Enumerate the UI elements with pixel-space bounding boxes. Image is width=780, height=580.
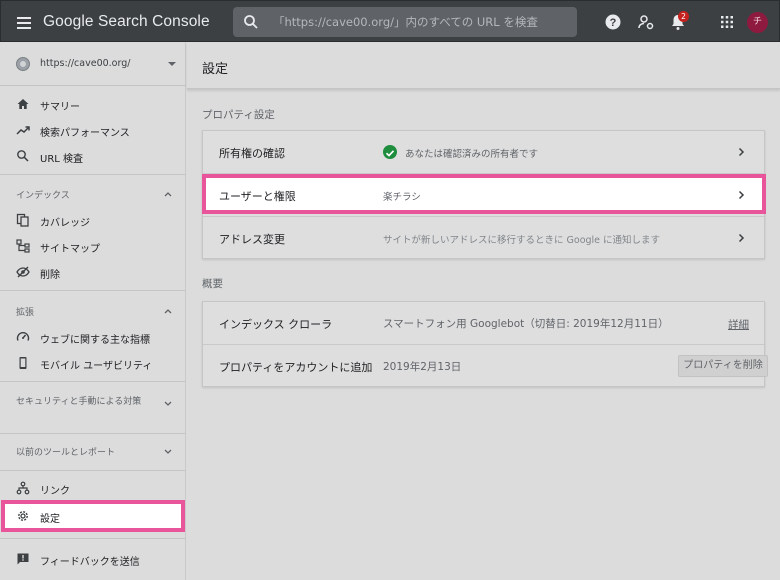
page-header: 設定 — [187, 42, 780, 89]
row-change-of-address[interactable]: アドレス変更 サイトが新しいアドレスに移行するときに Google に通知します — [203, 217, 766, 259]
sidebar-item-settings[interactable]: 設定 — [0, 503, 186, 529]
sidebar-item-removals[interactable]: 削除 — [0, 259, 186, 285]
search-icon — [17, 150, 29, 162]
feedback-icon — [17, 553, 29, 565]
remove-property-button[interactable]: プロパティを削除 — [678, 355, 768, 377]
row-label: ユーザーと権限 — [219, 190, 296, 203]
sidebar-item-mobile-usability[interactable]: モバイル ユーザビリティ — [0, 350, 186, 376]
sidebar-item-summary[interactable]: サマリー — [0, 91, 186, 117]
property-selector[interactable]: https://cave00.org/ — [0, 42, 186, 86]
page-title: 設定 — [202, 62, 229, 77]
row-value: あなたは確認済みの所有者です — [405, 149, 539, 160]
smartphone-icon — [19, 357, 27, 369]
property-url: https://cave00.org/ — [40, 58, 131, 69]
overview-card: インデックス クローラ スマートフォン用 Googlebot（切替日: 2019… — [202, 301, 768, 387]
sidebar-item-label: リンク — [40, 486, 70, 497]
sidebar-divider — [0, 470, 186, 471]
top-app-bar: Google Search Console ? 2 チ — [0, 0, 780, 42]
sidebar-divider — [0, 433, 186, 434]
row-ownership-verification[interactable]: 所有権の確認 あなたは確認済みの所有者です — [203, 131, 766, 173]
chevron-right-icon — [738, 147, 745, 157]
row-value: スマートフォン用 Googlebot（切替日: 2019年12月11日） — [383, 318, 669, 330]
sidebar: https://cave00.org/ サマリー 検索パフォーマンス URL 検… — [0, 42, 186, 580]
svg-text:?: ? — [610, 17, 617, 29]
search-input[interactable] — [273, 12, 568, 32]
sidebar-item-coverage[interactable]: カバレッジ — [0, 207, 186, 233]
sidebar-item-links[interactable]: リンク — [0, 475, 186, 501]
row-index-crawler: インデックス クローラ スマートフォン用 Googlebot（切替日: 2019… — [203, 302, 766, 344]
sitemap-icon — [16, 239, 30, 253]
sidebar-item-label: フィードバックを送信 — [40, 557, 140, 568]
trending-up-icon — [16, 126, 30, 135]
sidebar-divider — [0, 174, 186, 175]
sidebar-item-label: 検索パフォーマンス — [40, 128, 130, 139]
sidebar-item-label: ウェブに関する主な指標 — [40, 335, 150, 346]
section-header-security[interactable]: セキュリティと手動による対策 — [0, 391, 186, 427]
chevron-down-icon — [164, 401, 172, 406]
manage-accounts-icon[interactable] — [636, 12, 656, 32]
sidebar-item-performance[interactable]: 検索パフォーマンス — [0, 117, 186, 143]
settings-icon — [18, 511, 28, 521]
url-inspection-search[interactable] — [233, 7, 577, 37]
sidebar-item-label: サイトマップ — [40, 244, 100, 255]
sidebar-item-label: サマリー — [40, 102, 80, 113]
file-copy-icon — [16, 213, 29, 227]
globe-icon — [16, 57, 30, 71]
sidebar-item-label: 設定 — [40, 514, 60, 525]
property-settings-title: プロパティ設定 — [202, 109, 275, 121]
chevron-right-icon — [738, 190, 745, 200]
sidebar-item-sitemaps[interactable]: サイトマップ — [0, 233, 186, 259]
help-icon[interactable]: ? — [603, 12, 623, 32]
section-label: インデックス — [16, 191, 70, 201]
links-icon — [16, 481, 30, 495]
home-icon — [17, 99, 29, 109]
sidebar-item-label: URL 検査 — [40, 154, 84, 165]
sidebar-divider — [0, 381, 186, 382]
section-header-enhancements[interactable]: 拡張 — [0, 299, 186, 323]
notification-badge: 2 — [678, 11, 689, 22]
account-avatar[interactable]: チ — [747, 12, 768, 33]
visibility-off-icon — [16, 266, 30, 278]
row-label: プロパティをアカウントに追加 — [219, 361, 373, 374]
speed-icon — [16, 332, 30, 341]
sidebar-item-url-inspection[interactable]: URL 検査 — [0, 143, 186, 169]
row-users-and-permissions[interactable]: ユーザーと権限 楽チラシ — [203, 174, 766, 216]
section-label: 以前のツールとレポート — [16, 448, 116, 458]
sidebar-item-core-web-vitals[interactable]: ウェブに関する主な指標 — [0, 324, 186, 350]
menu-icon[interactable] — [13, 14, 35, 30]
section-header-legacy[interactable]: 以前のツールとレポート — [0, 439, 186, 463]
chevron-right-icon — [738, 233, 745, 243]
row-label: 所有権の確認 — [219, 147, 285, 160]
main-content: 設定 プロパティ設定 所有権の確認 あなたは確認済みの所有者です ユーザーと権限… — [187, 42, 780, 580]
property-settings-card: 所有権の確認 あなたは確認済みの所有者です ユーザーと権限 楽チラシ アドレス変… — [202, 130, 766, 259]
row-value: サイトが新しいアドレスに移行するときに Google に通知します — [383, 235, 661, 246]
check-circle-icon — [383, 145, 397, 159]
section-label: 拡張 — [16, 308, 35, 318]
apps-grid-icon[interactable] — [717, 12, 737, 32]
section-label: セキュリティと手動による対策 — [16, 397, 142, 407]
sidebar-item-feedback[interactable]: フィードバックを送信 — [0, 546, 186, 572]
search-icon — [244, 15, 258, 29]
chevron-up-icon — [164, 192, 172, 197]
sidebar-item-label: カバレッジ — [40, 218, 90, 229]
chevron-down-icon — [164, 449, 172, 454]
row-label: アドレス変更 — [219, 233, 285, 246]
section-header-index[interactable]: インデックス — [0, 182, 186, 206]
app-logo[interactable]: Google Search Console — [43, 13, 210, 31]
sidebar-item-label: 削除 — [40, 270, 60, 281]
overview-title: 概要 — [202, 278, 223, 290]
sidebar-divider — [0, 290, 186, 291]
row-value: 楽チラシ — [383, 192, 421, 203]
sidebar-item-label: モバイル ユーザビリティ — [40, 361, 153, 372]
sidebar-divider — [0, 538, 186, 539]
row-value: 2019年2月13日 — [383, 361, 462, 373]
details-link[interactable]: 詳細 — [728, 317, 749, 332]
dropdown-caret-icon — [168, 62, 176, 66]
row-added-to-account: プロパティをアカウントに追加 2019年2月13日 プロパティを削除 — [203, 345, 768, 387]
row-label: インデックス クローラ — [219, 318, 333, 331]
chevron-up-icon — [164, 309, 172, 314]
